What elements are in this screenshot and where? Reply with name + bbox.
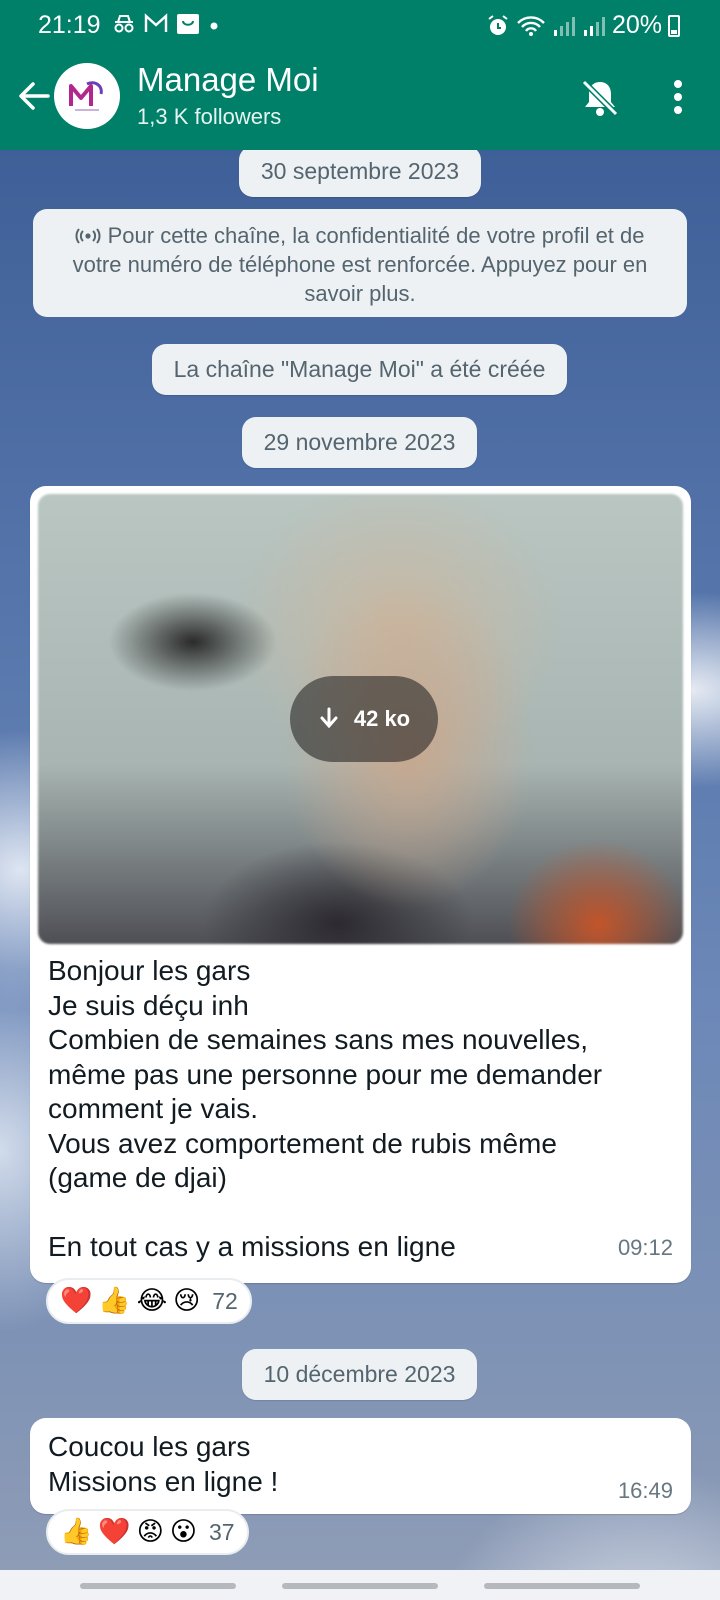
date-separator: 30 septembre 2023 <box>239 146 481 197</box>
gmail-icon <box>144 13 168 32</box>
gesture-navigation-bar <box>0 1570 720 1600</box>
date-separator: 10 décembre 2023 <box>242 1349 477 1400</box>
privacy-notice[interactable]: Pour cette chaîne, la confidentialité de… <box>33 209 687 317</box>
alarm-icon <box>488 14 508 35</box>
reactions-bar[interactable]: ❤️ 👍 😂 😢 72 <box>46 1278 252 1324</box>
nav-handle[interactable] <box>80 1583 236 1589</box>
heart-reaction: ❤️ <box>60 1286 93 1316</box>
message-text: Coucou les gars Missions en ligne ! <box>48 1431 279 1497</box>
channel-name[interactable]: Manage Moi <box>137 61 319 99</box>
date-separator: 29 novembre 2023 <box>242 417 477 468</box>
channel-logo-icon <box>69 81 103 111</box>
angry-reaction: 😡 <box>136 1517 164 1547</box>
battery-icon <box>668 14 680 37</box>
shop-icon <box>177 14 199 34</box>
signal-icon <box>553 16 575 36</box>
back-arrow-icon[interactable] <box>14 76 54 116</box>
nav-handle[interactable] <box>282 1583 438 1589</box>
dot-icon <box>210 22 218 30</box>
message-text: Bonjour les gars Je suis déçu inh Combie… <box>48 955 603 1262</box>
battery-percent: 20% <box>611 11 662 39</box>
reaction-count: 37 <box>208 1518 235 1545</box>
message-time: 09:12 <box>617 1235 673 1260</box>
status-bar: 21:19 20% <box>0 0 720 52</box>
app-bar: Manage Moi 1,3 K followers <box>0 56 720 146</box>
message-time: 16:49 <box>617 1478 673 1503</box>
reactions-bar[interactable]: 👍 ❤️ 😡 😮 37 <box>46 1509 249 1555</box>
followers-count: 1,3 K followers <box>137 104 282 129</box>
surprised-reaction: 😮 <box>169 1517 197 1547</box>
nav-handle[interactable] <box>484 1583 640 1589</box>
thumbs-up-reaction: 👍 <box>98 1286 131 1316</box>
laughing-reaction: 😂 <box>136 1286 168 1316</box>
notification-icons <box>112 13 220 35</box>
top-bar: 21:19 20% Manage Moi 1,3 K followers <box>0 0 720 150</box>
signal-icon <box>583 16 605 36</box>
wifi-icon <box>517 15 545 36</box>
download-button[interactable]: 42 ko <box>290 676 438 762</box>
channel-avatar[interactable] <box>54 63 120 129</box>
incognito-icon <box>114 15 134 33</box>
reaction-count: 72 <box>212 1287 238 1314</box>
file-size: 42 ko <box>353 706 411 731</box>
system-icons: 20% <box>486 11 680 40</box>
message-bubble[interactable]: 42 ko Bonjour les gars Je suis déçu inh … <box>30 486 691 1283</box>
more-options-icon[interactable] <box>660 74 696 120</box>
thumbs-up-reaction: 👍 <box>60 1517 93 1547</box>
crying-reaction: 😢 <box>173 1286 201 1316</box>
message-bubble[interactable]: Coucou les gars Missions en ligne ! 16:4… <box>30 1418 691 1514</box>
download-arrow-icon <box>320 707 338 729</box>
bell-muted-icon[interactable] <box>578 76 622 120</box>
heart-reaction: ❤️ <box>98 1517 131 1547</box>
broadcast-icon <box>75 228 101 244</box>
status-time: 21:19 <box>38 11 101 39</box>
system-message: La chaîne "Manage Moi" a été créée <box>152 344 567 395</box>
privacy-notice-text: Pour cette chaîne, la confidentialité de… <box>72 223 648 306</box>
